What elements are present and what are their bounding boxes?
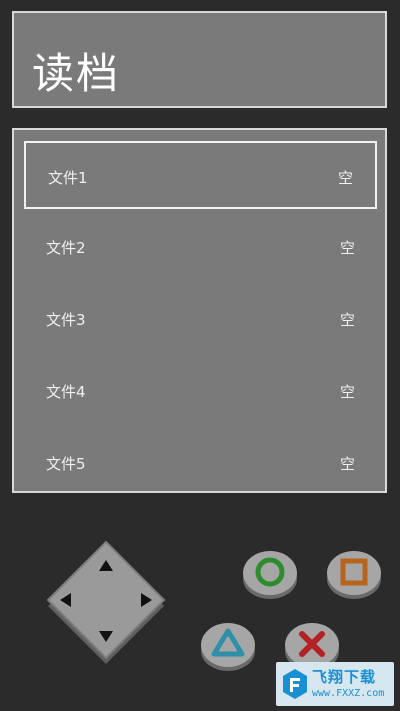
watermark: 飞翔下载 www.FXXZ.com <box>276 662 394 706</box>
save-slot-5[interactable]: 文件5 空 <box>24 429 377 497</box>
watermark-text: 飞翔下载 <box>312 668 377 686</box>
page-title: 读档 <box>32 49 121 98</box>
save-slot-list: 文件1 空 文件2 空 文件3 空 文件4 空 文件5 空 <box>12 128 387 493</box>
slot-name: 文件5 <box>46 455 86 473</box>
slot-status: 空 <box>337 169 353 187</box>
title-panel: 读档 <box>12 11 387 108</box>
dpad-icon <box>46 540 166 664</box>
save-slot-3[interactable]: 文件3 空 <box>24 285 377 353</box>
triangle-button[interactable] <box>199 619 257 673</box>
square-button[interactable] <box>325 547 383 601</box>
slot-status: 空 <box>339 239 355 257</box>
slot-name: 文件2 <box>46 239 86 257</box>
slot-name: 文件4 <box>46 383 86 401</box>
watermark-logo-icon <box>283 669 307 699</box>
save-slot-4[interactable]: 文件4 空 <box>24 357 377 425</box>
save-slot-2[interactable]: 文件2 空 <box>24 213 377 281</box>
slot-status: 空 <box>339 455 355 473</box>
dpad[interactable] <box>40 540 172 672</box>
slot-status: 空 <box>339 383 355 401</box>
slot-status: 空 <box>339 311 355 329</box>
slot-name: 文件3 <box>46 311 86 329</box>
watermark-url: www.FXXZ.com <box>312 688 385 699</box>
slot-name: 文件1 <box>48 169 88 187</box>
save-slot-1[interactable]: 文件1 空 <box>24 141 377 209</box>
circle-button[interactable] <box>241 547 299 601</box>
